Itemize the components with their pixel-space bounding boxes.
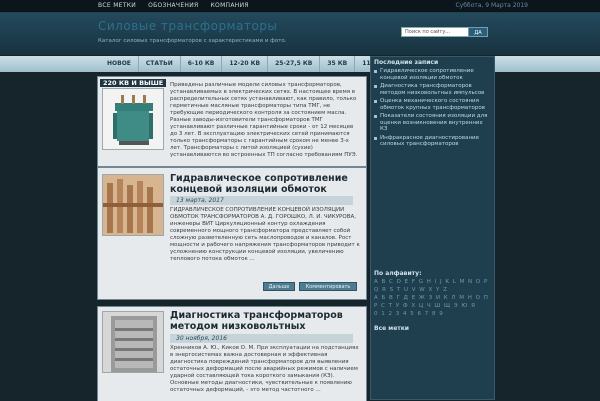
post-hydraulic-resistance: Гидравлическое сопротивление концевой из…: [97, 167, 367, 300]
recent-posts-title: Последние записи: [374, 59, 439, 66]
post-excerpt: Приведены различные модели силовых транс…: [170, 82, 358, 158]
sidebar: Последние записи Гидравлическое сопротив…: [370, 56, 495, 400]
site-title[interactable]: Силовые трансформаторы: [98, 19, 277, 33]
nav-item-35kv[interactable]: 35 КВ: [320, 56, 356, 72]
nav-item-articles[interactable]: СТАТЬИ: [139, 56, 181, 72]
current-date: Суббота, 9 Марта 2019: [455, 2, 528, 9]
alphabet-latin[interactable]: A B C D E F G H I J K L M N O P Q R S T …: [374, 278, 492, 294]
list-item[interactable]: Диагностика трансформаторов методом низк…: [373, 82, 491, 97]
read-more-button[interactable]: Дальше: [263, 282, 295, 291]
main-nav: НОВОЕ СТАТЬИ 6-10 КВ 12-20 КВ 25-27,5 КВ…: [0, 56, 600, 72]
alphabet-digits[interactable]: 0 1 2 3 4 5 6 7 8 9: [374, 310, 492, 318]
top-menu-company[interactable]: КОМПАНИЯ: [211, 2, 249, 9]
winding-thumbnail[interactable]: [102, 311, 164, 373]
all-tags-title[interactable]: Все метки: [374, 325, 409, 332]
site-header: Силовые трансформаторы Каталог силовых т…: [0, 13, 600, 55]
post-date: 13 марта, 2017: [170, 196, 353, 205]
top-bar: ВСЕ МЕТКИ ОБОЗНАЧЕНИЯ КОМПАНИЯ Суббота, …: [0, 0, 600, 13]
transformer-thumbnail[interactable]: [102, 88, 164, 150]
top-menu-all-tags[interactable]: ВСЕ МЕТКИ: [98, 2, 136, 9]
recent-posts-list: Гидравлическое сопротивление концевой из…: [373, 67, 491, 149]
list-item[interactable]: Инфракрасное диагностирование силовых тр…: [373, 134, 491, 149]
nav-item-12-20kv[interactable]: 12-20 КВ: [222, 56, 269, 72]
alphabet-cyrillic[interactable]: А Б В Г Д Е Ж З И К Л М Н О П Р С Т У Ф …: [374, 294, 492, 310]
nav-item-25-27kv[interactable]: 25-27,5 КВ: [268, 56, 321, 72]
comment-button[interactable]: Комментировать: [299, 282, 357, 291]
list-item[interactable]: Оценка механического состояния обмоток к…: [373, 97, 491, 112]
insulation-thumbnail[interactable]: [102, 174, 164, 236]
post-date: 30 ноября, 2016: [170, 334, 353, 343]
site-tagline: Каталог силовых трансформаторов с характ…: [98, 38, 287, 44]
post-excerpt: Хренников А. Ю., Киков О. М. При эксплуа…: [170, 345, 359, 393]
post-excerpt: ГИДРАВЛИЧЕСКОЕ СОПРОТИВЛЕНИЕ КОНЦЕВОЙ ИЗ…: [170, 207, 360, 262]
post-title[interactable]: Гидравлическое сопротивление концевой из…: [170, 173, 366, 195]
nav-item-new[interactable]: НОВОЕ: [100, 56, 139, 72]
top-menu-designations[interactable]: ОБОЗНАЧЕНИЯ: [148, 2, 198, 9]
list-item[interactable]: Показатели состояния изоляции для оценки…: [373, 112, 491, 134]
post-220kv: 220 КВ И ВЫШЕ Приведены различные модели…: [97, 76, 367, 167]
post-title[interactable]: 220 КВ И ВЫШЕ: [100, 79, 167, 87]
post-impulse-diagnostics: Диагностика трансформаторов методом низк…: [97, 306, 367, 401]
list-item[interactable]: Гидравлическое сопротивление концевой из…: [373, 67, 491, 82]
top-menu: ВСЕ МЕТКИ ОБОЗНАЧЕНИЯ КОМПАНИЯ: [98, 2, 249, 9]
search-button[interactable]: ДА: [468, 27, 488, 37]
alphabet-title: По алфавиту:: [374, 270, 422, 277]
nav-item-6-10kv[interactable]: 6-10 КВ: [181, 56, 223, 72]
